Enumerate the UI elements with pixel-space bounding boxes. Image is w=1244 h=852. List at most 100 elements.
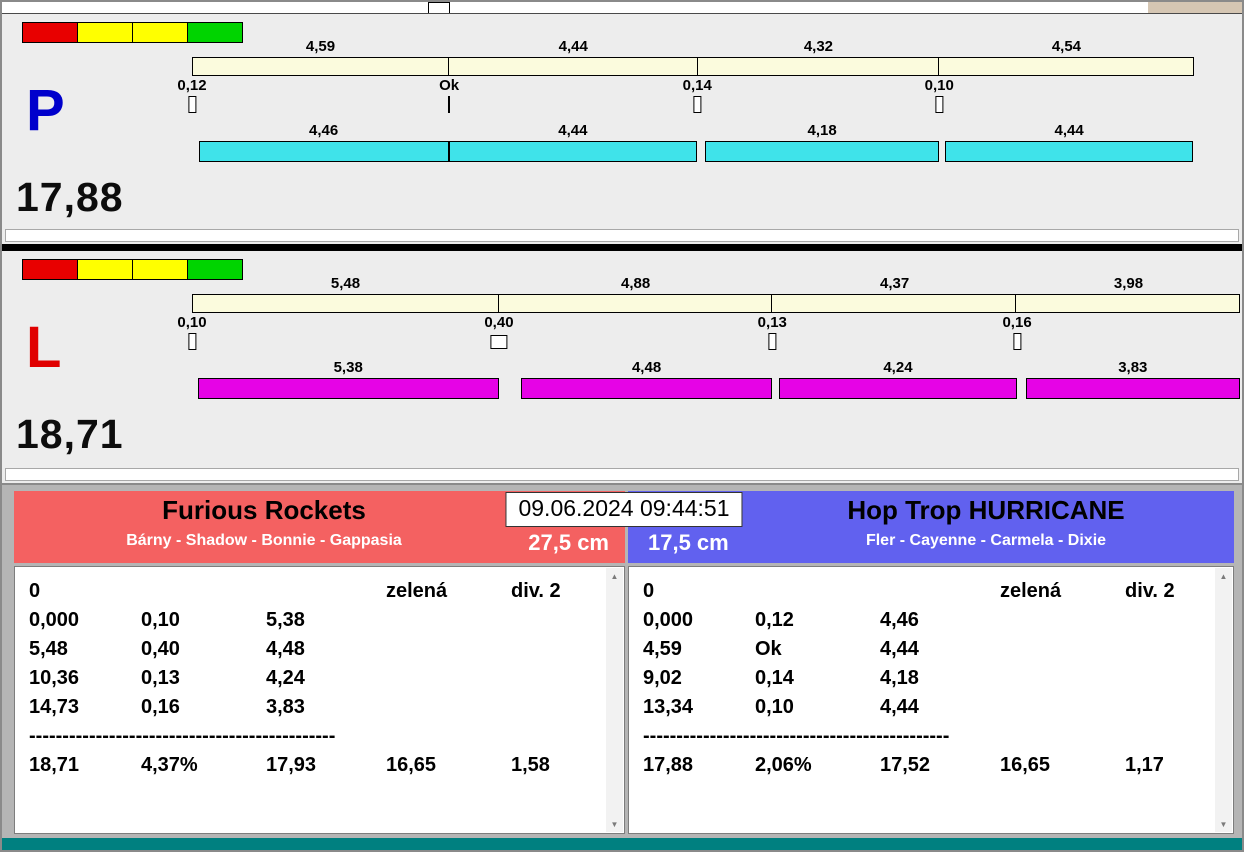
change-time: 0,13: [758, 314, 787, 350]
table-row: 9,02 0,14 4,18: [643, 664, 1205, 693]
change-times-P: 0,12 Ok 0,14 0,10: [177, 76, 1194, 120]
summary-cell: 17,93: [266, 754, 317, 776]
section-time: 4,44: [558, 38, 588, 55]
summary-row: 17,88 2,06% 17,52 16,65 1,17: [643, 751, 1205, 780]
traffic-red-cell: [23, 23, 77, 42]
dog-bar-segment: [1025, 378, 1241, 399]
scroll-up-icon[interactable]: ▲: [606, 568, 623, 584]
summary-row: 18,71 4,37% 17,93 16,65 1,58: [29, 751, 596, 780]
section-bar-segment: [193, 58, 450, 75]
table-row: 0,000 0,10 5,38: [29, 606, 596, 635]
section-times-P: 4,59 4,44 4,32 4,54: [192, 36, 1194, 57]
category-cell: zelená: [1000, 580, 1062, 602]
lane-total-time-L: 18,71: [16, 411, 124, 457]
row-cell: 3,83: [266, 696, 305, 718]
section-bar-segment: [449, 58, 698, 75]
change-time: 0,16: [1002, 314, 1032, 350]
top-strip: [2, 2, 1242, 14]
section-bar-segment: [193, 295, 500, 312]
lane-L-panel: 5,48 4,88 4,37 3,98 0,10 0,40 0,13 0,16 …: [2, 251, 1242, 483]
change-marker-icon: [187, 96, 196, 113]
team-left-jump-height: 27,5 cm: [528, 530, 609, 555]
dog-time: 4,24: [883, 359, 913, 376]
change-time: 0,40: [484, 314, 514, 349]
dog-bar-L: [192, 378, 1241, 399]
section-time: 4,88: [621, 275, 651, 292]
row-cell: 5,38: [266, 609, 305, 631]
traffic-yellow-cell: [133, 23, 187, 42]
row-cell: 0,12: [755, 609, 794, 631]
scroll-down-icon[interactable]: ▼: [606, 816, 623, 832]
scrollbar[interactable]: ▲ ▼: [606, 568, 623, 832]
section-time: 5,48: [330, 275, 361, 292]
scroll-down-icon[interactable]: ▼: [1215, 816, 1232, 832]
change-marker-icon: [448, 96, 451, 113]
section-bar-segment: [499, 295, 773, 312]
summary-percent: 4,37%: [141, 754, 198, 776]
team-banners: Furious Rockets Bárny - Shadow - Bonnie …: [14, 491, 1234, 563]
section-bar-L: [192, 294, 1240, 313]
category-cell: zelená: [386, 580, 448, 602]
lane-P-bars-area: 4,59 4,44 4,32 4,54 0,12 Ok 0,14 0,10 4,…: [177, 36, 1240, 162]
team-left-results-body: 0 zelená div. 2 0,000 0,10 5,38 5,48 0,4…: [15, 567, 624, 780]
summary-cell: 1,58: [511, 754, 550, 776]
lane-L-bars-area: 5,48 4,88 4,37 3,98 0,10 0,40 0,13 0,16 …: [177, 273, 1241, 399]
row-cell: 0,16: [141, 696, 180, 718]
dog-bar-segment: [197, 378, 499, 399]
dog-bar-segment: [944, 141, 1194, 162]
row-cell: Ok: [755, 638, 782, 660]
change-marker-icon: [693, 96, 702, 113]
division-cell: div. 2: [1125, 580, 1175, 602]
dog-bar-P: [192, 141, 1194, 162]
summary-percent: 2,06%: [755, 754, 812, 776]
team-right-jump-height: 17,5 cm: [648, 530, 729, 555]
row-cell: 4,59: [643, 638, 682, 660]
summary-total: 17,88: [643, 754, 694, 776]
table-row: 14,73 0,16 3,83: [29, 693, 596, 722]
section-time: 4,32: [803, 38, 834, 55]
lane-status-strip: [5, 468, 1239, 481]
team-right-name: Hop Trop HURRICANE: [847, 495, 1125, 525]
table-row: 0 zelená div. 2: [29, 577, 596, 606]
section-bar-segment: [1016, 295, 1239, 312]
lane-P-panel: 4,59 4,44 4,32 4,54 0,12 Ok 0,14 0,10 4,…: [2, 14, 1242, 244]
row-cell: 4,46: [880, 609, 919, 631]
row-cell: 0,10: [141, 609, 180, 631]
row-cell: 0: [643, 580, 655, 602]
table-row: 0 zelená div. 2: [643, 577, 1205, 606]
row-cell: 14,73: [29, 696, 80, 718]
dog-time: 5,38: [333, 359, 363, 376]
section-bar-segment: [772, 295, 1017, 312]
lane-letter-L: L: [26, 315, 62, 380]
team-right-results-body: 0 zelená div. 2 0,000 0,12 4,46 4,59 Ok …: [629, 567, 1233, 780]
dog-times-L: 5,38 4,48 4,24 3,83: [192, 357, 1240, 378]
section-times-L: 5,48 4,88 4,37 3,98: [192, 273, 1240, 294]
lane-letter-P: P: [26, 78, 65, 143]
scrollbar[interactable]: ▲ ▼: [1215, 568, 1232, 832]
background-window-tab[interactable]: [428, 2, 450, 13]
row-cell: 4,44: [880, 696, 919, 718]
dog-time: 4,46: [309, 122, 339, 139]
row-cell: 4,48: [266, 638, 305, 660]
summary-cell: 17,52: [880, 754, 931, 776]
scoreboard: Furious Rockets Bárny - Shadow - Bonnie …: [2, 483, 1242, 838]
team-left-name: Furious Rockets: [162, 495, 366, 525]
dog-time: 4,48: [631, 359, 662, 376]
separator-row: ----------------------------------------…: [29, 722, 596, 751]
dog-bar-segment: [779, 378, 1017, 399]
separator-row: ----------------------------------------…: [643, 722, 1205, 751]
change-marker-icon: [1013, 333, 1022, 350]
section-bar-P: [192, 57, 1194, 76]
team-right-dog-names: Fler - Cayenne - Carmela - Dixie: [865, 532, 1107, 549]
separator-line: ----------------------------------------…: [29, 725, 336, 747]
summary-cell: 16,65: [386, 754, 437, 776]
dog-bar-segment: [198, 141, 449, 162]
row-cell: 0,13: [141, 667, 180, 689]
scroll-up-icon[interactable]: ▲: [1215, 568, 1232, 584]
bottom-bar: [2, 838, 1242, 850]
dog-times-P: 4,46 4,44 4,18 4,44: [192, 120, 1194, 141]
dog-time: 3,83: [1118, 359, 1148, 376]
row-cell: 4,24: [266, 667, 305, 689]
team-left-dog-names: Bárny - Shadow - Bonnie - Gappasia: [126, 532, 402, 549]
flyball-timer-window: 4,59 4,44 4,32 4,54 0,12 Ok 0,14 0,10 4,…: [0, 0, 1244, 852]
